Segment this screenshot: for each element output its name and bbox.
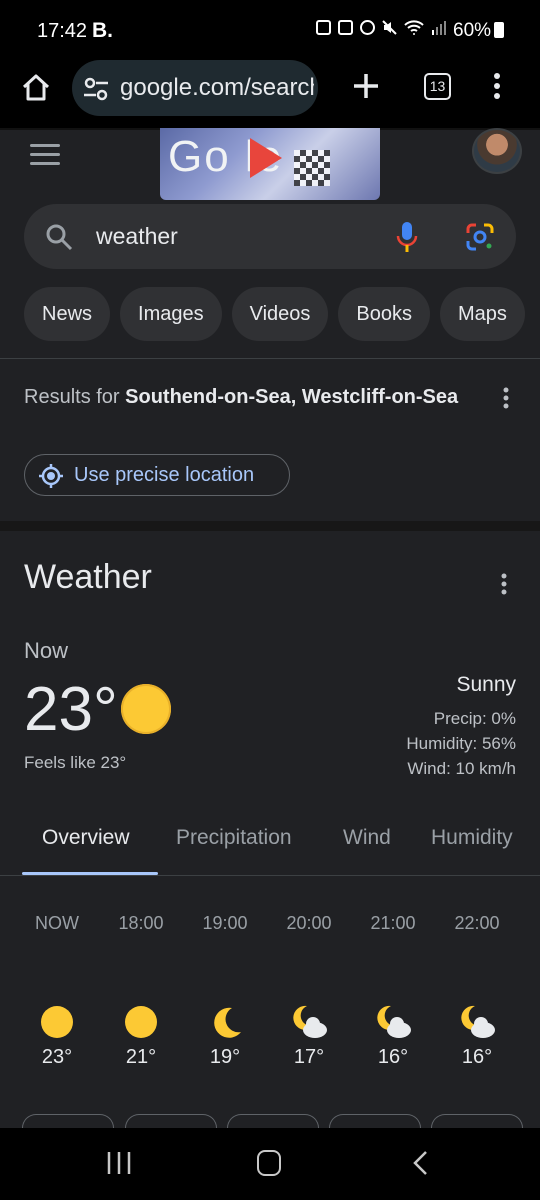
hour-time: 18:00 [118, 913, 164, 933]
search-input[interactable]: weather [96, 223, 178, 250]
sun-icon [125, 1006, 157, 1038]
alarm-icon [360, 20, 375, 35]
precise-location-button[interactable]: Use precise location [24, 454, 290, 496]
home-icon [22, 74, 50, 101]
hour-temperature: 16° [461, 1046, 493, 1068]
sun-icon [41, 1006, 73, 1038]
home-nav-button[interactable] [257, 1150, 281, 1176]
tab-switcher-button[interactable]: 13 [424, 73, 451, 100]
day-card[interactable] [329, 1114, 421, 1128]
weather-condition: Sunny [456, 673, 516, 696]
day-card[interactable] [22, 1114, 114, 1128]
location-results-text: Results for Southend-on-Sea, Westcliff-o… [24, 382, 464, 412]
doodle-checker-shape [294, 150, 330, 186]
menu-line [30, 144, 60, 147]
moon-cloud-icon [377, 1005, 411, 1038]
sun-icon [121, 684, 171, 734]
precip-stat: Precip: 0% [433, 709, 516, 728]
back-button[interactable] [410, 1150, 432, 1176]
hour-time: 19:00 [202, 913, 248, 933]
new-tab-button[interactable] [350, 70, 382, 102]
url-text[interactable]: google.com/search?q=weather [120, 74, 314, 102]
weather-tabs: Overview Precipitation Wind Humidity [0, 808, 540, 876]
moon-cloud-icon [461, 1005, 495, 1038]
hour-time: 22:00 [454, 913, 500, 933]
hour-temperature: 23° [41, 1046, 73, 1068]
menu-line [30, 153, 60, 156]
wifi-icon [404, 20, 424, 35]
address-bar[interactable]: google.com/search?q=weather [72, 60, 318, 116]
chip-news[interactable]: News [24, 287, 111, 341]
status-bar: 17:42 B. 60% [0, 0, 540, 60]
more-vert-icon [494, 73, 500, 99]
hour-time: NOW [35, 913, 79, 933]
moon-icon [214, 1007, 241, 1038]
google-doodle[interactable]: Go le [160, 128, 380, 200]
tab-humidity[interactable]: Humidity [431, 826, 513, 850]
current-temperature: 23° [24, 675, 118, 744]
main-menu-button[interactable] [30, 144, 60, 166]
wind-stat: Wind: 10 km/h [407, 759, 516, 778]
voice-search-icon[interactable] [394, 220, 420, 254]
hour-temperature: 19° [209, 1046, 241, 1068]
day-card[interactable] [227, 1114, 319, 1128]
recent-apps-button[interactable] [105, 1150, 133, 1176]
location-prefix: Results for [24, 386, 126, 408]
now-label: Now [24, 638, 69, 663]
day-card[interactable] [431, 1114, 523, 1128]
notification-icon [316, 20, 331, 35]
tab-wind[interactable]: Wind [343, 826, 391, 850]
moon-cloud-icon [293, 1005, 327, 1038]
tabs-divider [0, 875, 540, 876]
google-lens-icon[interactable] [464, 221, 496, 253]
hour-temperature: 17° [293, 1046, 325, 1068]
weather-more-icon[interactable] [498, 572, 510, 596]
doodle-play-shape [250, 138, 282, 178]
status-brand: B. [92, 19, 113, 42]
chip-books[interactable]: Books [338, 287, 430, 341]
menu-line [30, 162, 60, 165]
location-place: Southend-on-Sea, Westcliff-on-Sea [125, 386, 459, 408]
plus-icon [354, 74, 378, 98]
battery-percent: 60% [453, 20, 492, 41]
nfc-icon [338, 20, 353, 35]
site-settings-icon[interactable] [82, 75, 110, 103]
system-nav-bar [0, 1128, 540, 1200]
signal-icon [431, 20, 447, 35]
gps-icon [39, 464, 63, 488]
mute-icon [382, 20, 397, 35]
tab-precipitation[interactable]: Precipitation [176, 826, 292, 850]
hour-temperature: 21° [125, 1046, 157, 1068]
search-box[interactable]: weather [24, 204, 516, 269]
hour-time: 21:00 [370, 913, 416, 933]
status-time: 17:42 [37, 20, 88, 42]
browser-toolbar: google.com/search?q=weather 13 [0, 60, 540, 128]
divider [0, 358, 540, 359]
tab-overview[interactable]: Overview [42, 826, 130, 850]
search-icon [46, 224, 73, 251]
status-icons [316, 20, 447, 35]
precise-location-label: Use precise location [74, 464, 255, 486]
humidity-stat: Humidity: 56% [406, 734, 516, 753]
chip-maps[interactable]: Maps [440, 287, 525, 341]
location-more-icon[interactable] [500, 386, 512, 410]
section-divider [0, 521, 540, 531]
search-filter-chips: News Images Videos Books Maps [24, 287, 525, 341]
hour-time: 20:00 [286, 913, 332, 933]
chip-images[interactable]: Images [120, 287, 222, 341]
feels-like-text: Feels like 23° [24, 753, 127, 772]
search-results-page: Go le weather News Images Videos Books M… [0, 128, 540, 1128]
day-card[interactable] [125, 1114, 217, 1128]
hour-temperature: 16° [377, 1046, 409, 1068]
battery-icon [494, 22, 504, 38]
home-button[interactable] [20, 72, 52, 104]
browser-menu-button[interactable] [484, 70, 510, 102]
chip-videos[interactable]: Videos [231, 287, 329, 341]
weather-heading: Weather [24, 558, 152, 596]
account-avatar[interactable] [472, 128, 522, 174]
